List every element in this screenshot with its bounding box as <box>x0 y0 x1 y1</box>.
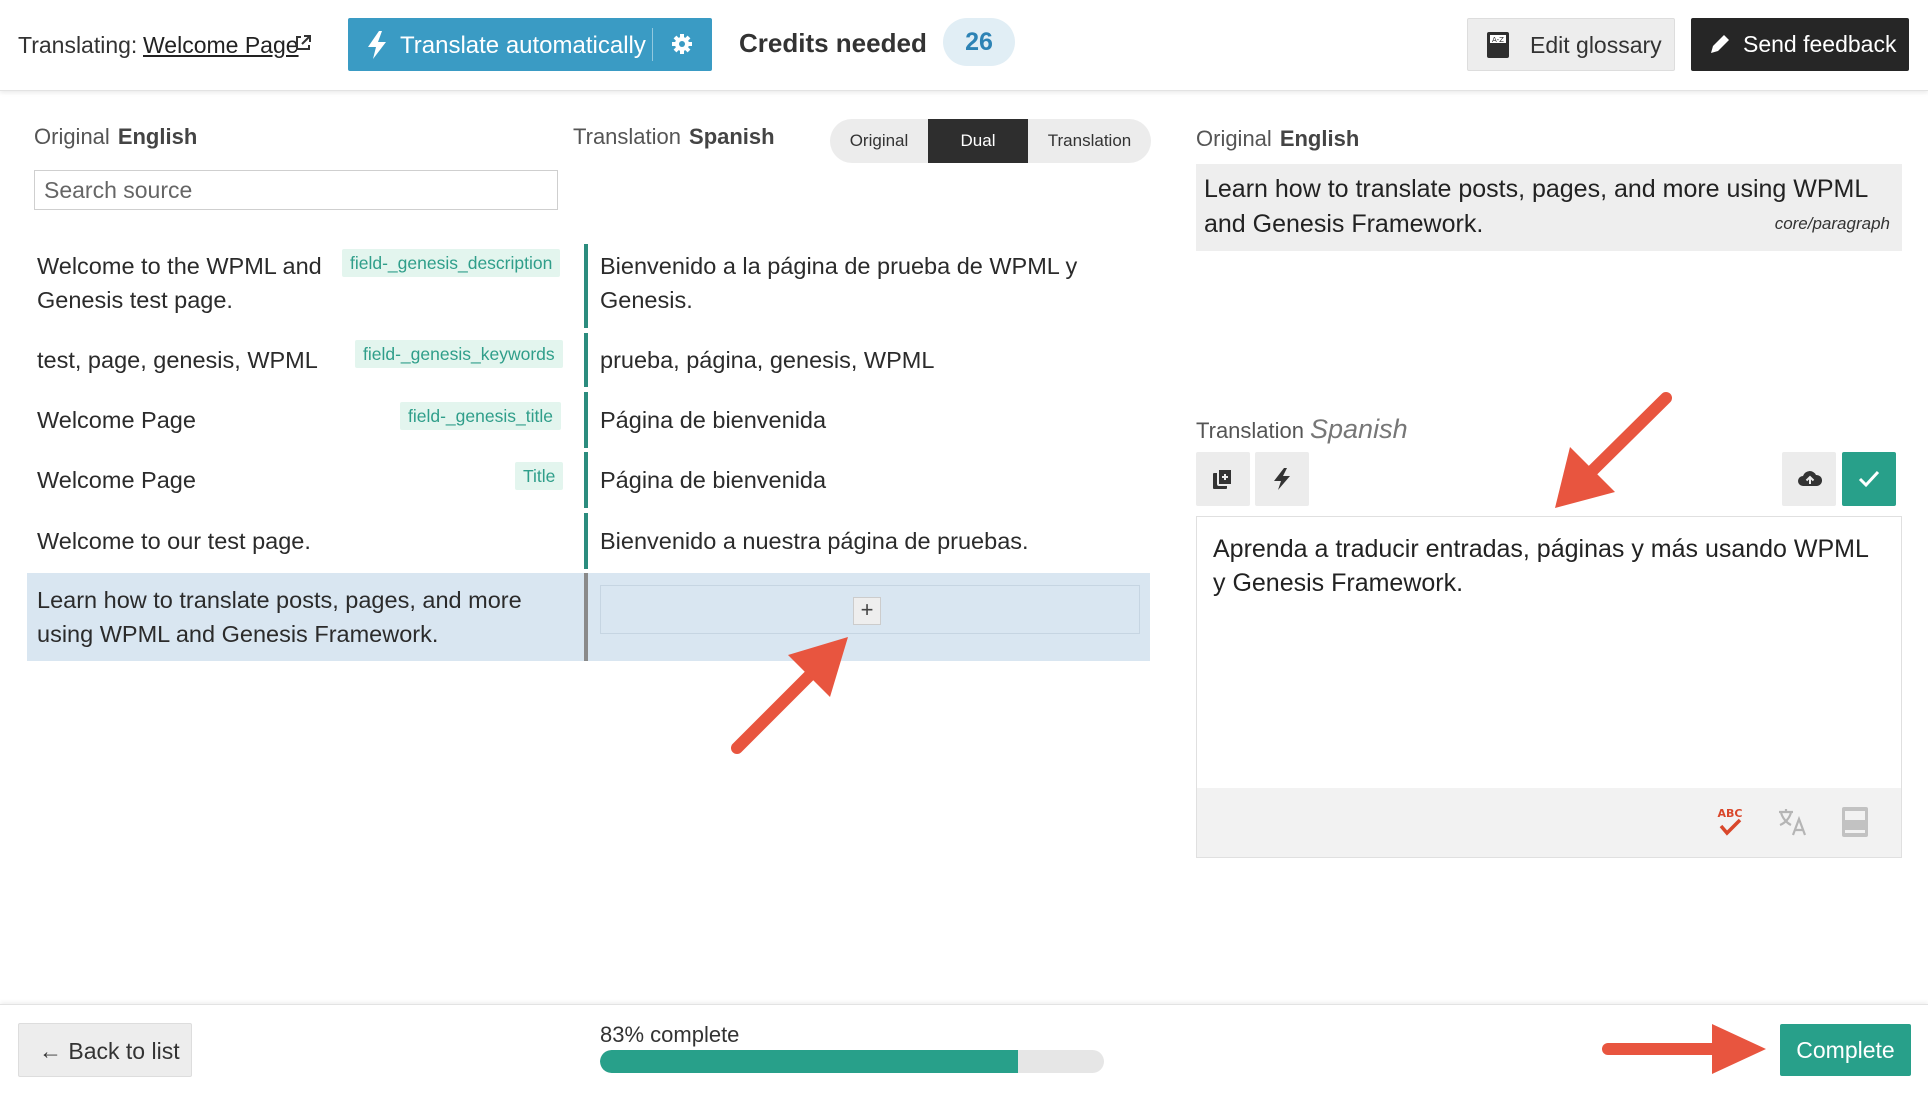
spellcheck-icon[interactable]: ABC <box>1715 806 1745 840</box>
segment-field-tag: field-_genesis_keywords <box>355 340 563 368</box>
segment-translation-line: Genesis. <box>600 287 693 313</box>
view-original-option[interactable]: Original <box>830 119 928 163</box>
segment-field-tag: Title <box>515 462 564 490</box>
translation-label: Translation <box>573 124 682 149</box>
editor-translation-header: Translation Spanish <box>1196 414 1408 445</box>
edit-glossary-label: Edit glossary <box>1530 32 1662 58</box>
bolt-icon <box>368 31 386 59</box>
pencil-icon <box>1711 35 1729 53</box>
segment-row[interactable]: Welcome to our test page. Bienvenido a n… <box>27 513 1150 569</box>
progress-bar <box>600 1050 1104 1073</box>
segment-row[interactable]: test, page, genesis, WPML field-_genesis… <box>27 333 1150 387</box>
progress-label: 83% complete <box>600 1022 740 1047</box>
bolt-icon <box>1274 468 1290 490</box>
add-translation-area[interactable]: + <box>600 585 1140 634</box>
edit-glossary-button[interactable]: A-Z Edit glossary <box>1467 18 1675 71</box>
segment-translation[interactable]: Página de bienvenida <box>600 463 826 497</box>
gear-icon[interactable] <box>670 32 694 56</box>
complete-label: Complete <box>1796 1037 1895 1063</box>
progress-bar-fill <box>600 1050 1019 1073</box>
segment-source: Welcome to our test page. <box>37 528 311 554</box>
segment-source: test, page, genesis, WPML <box>37 347 318 373</box>
block-type-label: core/paragraph <box>1774 214 1890 233</box>
translate-automatically-button[interactable]: Translate automatically <box>348 18 712 71</box>
segment-translation[interactable]: prueba, página, genesis, WPML <box>600 343 934 377</box>
translate-icon[interactable] <box>1777 806 1809 838</box>
view-dual-option[interactable]: Dual <box>928 119 1028 163</box>
glossary-icon[interactable] <box>1841 806 1869 838</box>
translation-language: Spanish <box>689 124 775 149</box>
search-source-input[interactable] <box>34 170 558 210</box>
segment-translation-line: Bienvenido a la página de prueba de WPML… <box>600 253 1078 279</box>
editor-original-header: Original English <box>1196 126 1359 152</box>
translating-label: Translating: <box>18 32 138 58</box>
copy-icon <box>1213 468 1233 489</box>
button-separator <box>652 28 653 61</box>
segment-status-bar <box>584 333 588 387</box>
segment-status-bar <box>584 392 588 448</box>
credits-needed-label: Credits needed <box>739 28 927 58</box>
editor-translation-language: Spanish <box>1310 414 1408 444</box>
segment-row[interactable]: Welcome Page Title Página de bienvenida <box>27 452 1150 508</box>
translation-editor[interactable]: Aprenda a traducir entradas, páginas y m… <box>1196 516 1902 789</box>
segment-source-line: Learn how to translate posts, pages, and… <box>37 587 522 613</box>
view-mode-toggle: Original Dual Translation <box>830 119 1151 163</box>
credits-count-badge: 26 <box>943 18 1015 66</box>
original-label: Original <box>34 124 110 149</box>
original-text-box: Learn how to translate posts, pages, and… <box>1196 164 1902 251</box>
send-feedback-label: Send feedback <box>1743 31 1897 57</box>
glossary-book-icon: A-Z <box>1487 32 1509 58</box>
translation-editor-text[interactable]: Aprenda a traducir entradas, páginas y m… <box>1213 532 1883 600</box>
arrow-to-translation-editor <box>1555 392 1672 508</box>
segment-status-bar <box>584 452 588 508</box>
original-language: English <box>117 124 198 149</box>
copy-original-button[interactable] <box>1196 452 1250 506</box>
check-icon <box>1858 470 1880 488</box>
cloud-upload-icon <box>1798 471 1823 486</box>
complete-button[interactable]: Complete <box>1780 1024 1911 1076</box>
active-segment-row[interactable]: Learn how to translate posts, pages, and… <box>27 573 1150 661</box>
save-to-memory-button[interactable] <box>1782 452 1836 506</box>
segment-field-tag: field-_genesis_description <box>342 249 561 277</box>
spellcheck-abc-text: ABC <box>1718 807 1743 820</box>
segment-source-line: using WPML and Genesis Framework. <box>37 621 439 647</box>
segment-source-line: Welcome to the WPML and <box>37 253 322 279</box>
segment-row[interactable]: Welcome to the WPML and Genesis test pag… <box>27 244 1150 328</box>
translation-column-header: Translation Spanish <box>573 124 775 150</box>
segment-source: Welcome Page <box>37 407 196 433</box>
original-column-header: Original English <box>34 124 197 150</box>
segment-translation[interactable]: Bienvenido a nuestra página de pruebas. <box>600 524 1029 558</box>
back-to-list-button[interactable]: ← Back to list <box>18 1023 192 1077</box>
segment-row[interactable]: Welcome Page field-_genesis_title Página… <box>27 392 1150 448</box>
segment-status-bar <box>584 573 588 661</box>
segment-status-bar <box>584 513 588 569</box>
back-to-list-label: ← Back to list <box>39 1038 180 1064</box>
editor-translation-label: Translation <box>1196 418 1305 443</box>
confirm-translation-button[interactable] <box>1842 452 1896 506</box>
add-translation-button[interactable]: + <box>853 597 881 625</box>
segment-source: Welcome Page <box>37 467 196 493</box>
segment-status-bar <box>584 244 588 328</box>
svg-text:A-Z: A-Z <box>1492 36 1504 44</box>
segment-source-line: Genesis test page. <box>37 287 233 313</box>
send-feedback-button[interactable]: Send feedback <box>1691 18 1909 71</box>
segment-field-tag: field-_genesis_title <box>400 402 561 430</box>
auto-translate-segment-button[interactable] <box>1255 452 1309 506</box>
view-translation-option[interactable]: Translation <box>1028 119 1151 163</box>
page-link[interactable]: Welcome Page <box>143 32 299 59</box>
segment-source: Welcome to the WPML and Genesis test pag… <box>37 249 322 317</box>
editor-original-language: English <box>1279 126 1360 151</box>
editor-original-label: Original <box>1196 126 1272 151</box>
editor-footer-toolbar: ABC <box>1196 788 1902 858</box>
external-link-icon[interactable] <box>294 34 312 52</box>
translate-automatically-label: Translate automatically <box>400 32 646 59</box>
segment-translation[interactable]: Bienvenido a la página de prueba de WPML… <box>600 249 1077 317</box>
segment-source: Learn how to translate posts, pages, and… <box>37 583 522 651</box>
segment-translation[interactable]: Página de bienvenida <box>600 403 826 437</box>
